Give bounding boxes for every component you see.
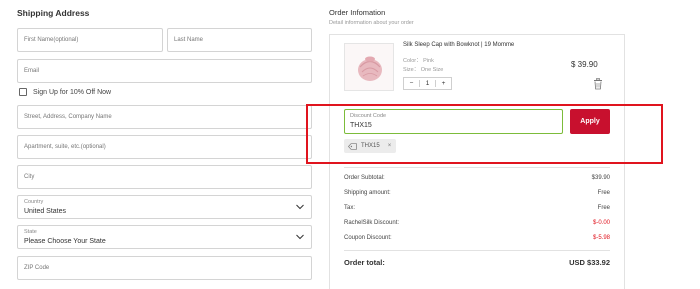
signup-label: Sign Up for 10% Off Now xyxy=(33,88,112,96)
subtotal-label: Order Subtotal: xyxy=(344,175,385,181)
zip-field[interactable]: ZIP Code xyxy=(17,256,312,280)
apartment-field[interactable]: Apartment, suite, etc.(optional) xyxy=(17,135,312,159)
discount-code-label: Discount Code xyxy=(350,113,387,119)
tax-label: Tax: xyxy=(344,205,356,211)
product-color: Color： Pink xyxy=(403,58,434,64)
quantity-increase-button[interactable]: + xyxy=(435,80,451,87)
first-name-placeholder: First Name(optional) xyxy=(24,37,79,43)
product-image xyxy=(344,43,394,91)
email-placeholder: Email xyxy=(24,68,40,74)
chevron-down-icon xyxy=(296,234,304,240)
order-total-label: Order total: xyxy=(344,258,385,267)
subtotal-value: $39.90 xyxy=(591,175,610,181)
summary-divider-top xyxy=(344,167,610,168)
country-value: United States xyxy=(24,208,67,215)
state-value: Please Choose Your State xyxy=(24,238,106,245)
zip-placeholder: ZIP Code xyxy=(24,265,50,271)
country-label: Country xyxy=(24,199,44,205)
last-name-placeholder: Last Name xyxy=(174,37,204,43)
apartment-placeholder: Apartment, suite, etc.(optional) xyxy=(24,144,106,150)
order-info-subtitle: Detail information about your order xyxy=(329,20,414,26)
sleep-cap-image xyxy=(358,56,382,81)
tag-icon xyxy=(348,142,357,150)
shipping-amount-value: Free xyxy=(597,190,610,196)
state-select[interactable]: State Please Choose Your State xyxy=(17,225,312,249)
last-name-field[interactable]: Last Name xyxy=(167,28,312,52)
email-field[interactable]: Email xyxy=(17,59,312,83)
applied-coupon-tag: THX15 × xyxy=(344,139,396,153)
coupon-discount-label: Coupon Discount: xyxy=(344,235,392,241)
street-field[interactable]: Street, Address, Company Name xyxy=(17,105,312,129)
state-label: State xyxy=(24,229,37,235)
order-info-title: Order Infomation xyxy=(329,8,386,17)
discount-code-input[interactable]: Discount Code THX15 xyxy=(344,109,563,134)
tax-value: Free xyxy=(597,205,610,211)
remove-coupon-button[interactable]: × xyxy=(388,143,392,149)
trash-icon[interactable] xyxy=(593,78,603,90)
rachelsilk-discount-label: RachelSilk Discount: xyxy=(344,220,400,226)
discount-code-value[interactable]: THX15 xyxy=(350,122,372,129)
applied-coupon-code: THX15 xyxy=(361,143,380,149)
apply-discount-button[interactable]: Apply xyxy=(570,109,610,134)
street-placeholder: Street, Address, Company Name xyxy=(24,114,112,120)
city-field[interactable]: City xyxy=(17,165,312,189)
quantity-decrease-button[interactable]: − xyxy=(404,80,420,87)
signup-row[interactable]: Sign Up for 10% Off Now xyxy=(19,88,111,96)
quantity-stepper[interactable]: − 1 + xyxy=(403,77,452,90)
product-name: Silk Sleep Cap with Bowknot | 19 Momme xyxy=(403,42,515,48)
quantity-value[interactable]: 1 xyxy=(420,80,435,87)
order-total-value: USD $33.92 xyxy=(569,258,610,267)
product-price: $ 39.90 xyxy=(571,60,598,69)
city-placeholder: City xyxy=(24,174,35,180)
shipping-amount-label: Shipping amount: xyxy=(344,190,391,196)
shipping-address-title: Shipping Address xyxy=(17,8,90,18)
coupon-discount-value: $-5.98 xyxy=(592,235,610,241)
product-size: Size： One Size xyxy=(403,67,444,73)
rachelsilk-discount-value: $-0.00 xyxy=(592,220,610,226)
signup-checkbox[interactable] xyxy=(19,88,27,96)
country-select[interactable]: Country United States xyxy=(17,195,312,219)
chevron-down-icon xyxy=(296,204,304,210)
summary-divider-bottom xyxy=(344,250,610,251)
first-name-field[interactable]: First Name(optional) xyxy=(17,28,163,52)
